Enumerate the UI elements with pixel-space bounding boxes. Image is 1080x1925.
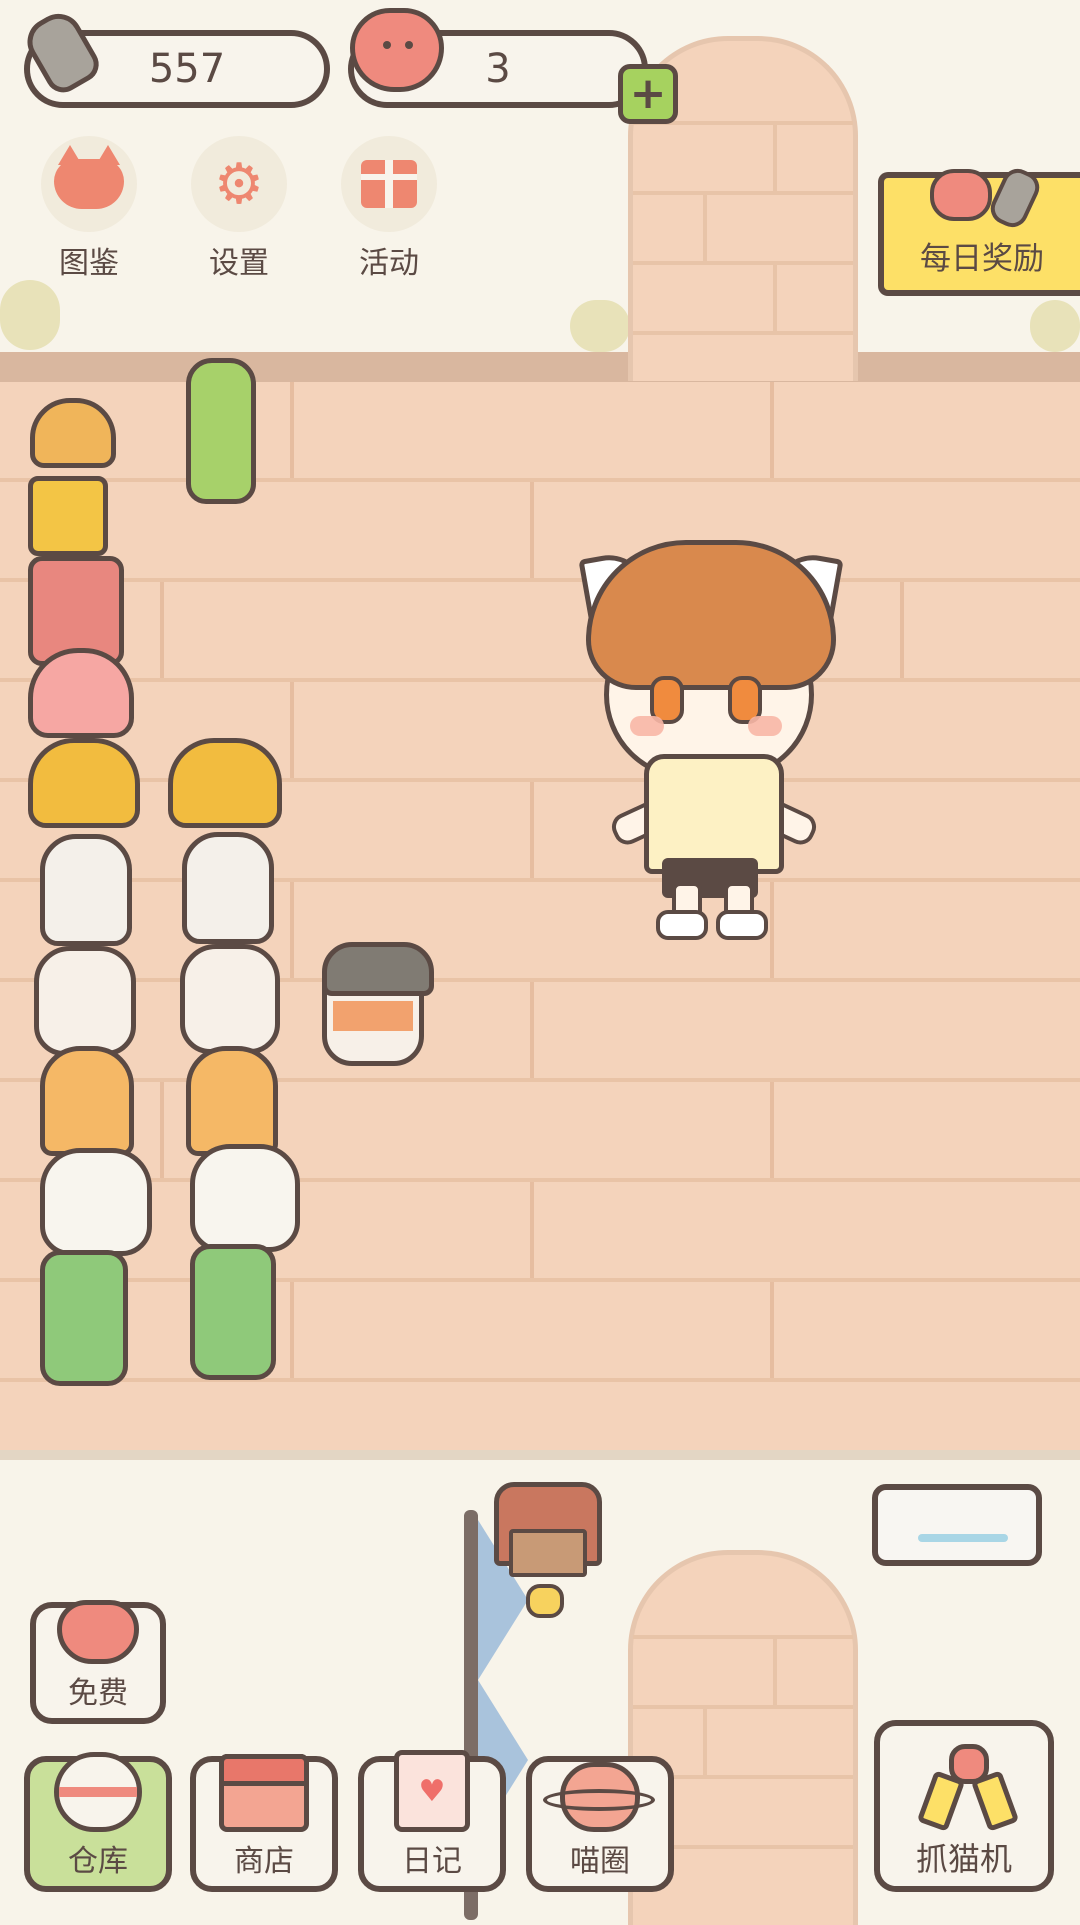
menu-events-button[interactable]: 活动 <box>324 136 454 282</box>
wall-baseboard <box>0 352 1080 382</box>
snack-box-item[interactable] <box>28 476 108 556</box>
diary-icon: ♥ <box>394 1750 470 1832</box>
nav-diary-label: 日记 <box>402 1844 462 1879</box>
cat-head-icon <box>41 136 137 232</box>
moss-decoration <box>570 300 630 352</box>
birdhouse[interactable] <box>494 1482 602 1577</box>
matcha-cup-item[interactable] <box>190 1144 300 1252</box>
claw-machine-button[interactable]: 抓猫机 <box>874 1720 1054 1892</box>
planet-cat-icon <box>543 1762 655 1832</box>
menu-settings-button[interactable]: ⚙ 设置 <box>174 136 304 282</box>
wall-edge <box>0 1450 1080 1460</box>
air-conditioner[interactable] <box>872 1484 1042 1566</box>
green-box-item[interactable] <box>190 1244 276 1380</box>
fish-count-value: 557 <box>148 46 226 92</box>
coffee-cup-item[interactable] <box>322 942 434 1066</box>
nav-warehouse-button[interactable]: 仓库 <box>24 1752 172 1892</box>
cat-boy-character[interactable] <box>578 510 844 940</box>
nav-shop-label: 商店 <box>234 1844 294 1879</box>
shop-icon <box>219 1754 309 1832</box>
add-hearts-button[interactable]: + <box>618 64 678 124</box>
menu-collection-label: 图鉴 <box>59 246 119 281</box>
drink-bottle-item[interactable] <box>182 832 274 944</box>
ice-cream-item[interactable] <box>40 1046 134 1156</box>
nav-diary-button[interactable]: ♥ 日记 <box>358 1750 506 1892</box>
nav-meow-circle-button[interactable]: 喵圈 <box>526 1756 674 1892</box>
character-shoe <box>716 910 768 940</box>
blush <box>630 716 664 736</box>
character-shoe <box>656 910 708 940</box>
matcha-cup-item[interactable] <box>40 1148 152 1256</box>
strawberry-cake-item[interactable] <box>28 648 134 738</box>
gingerbread-item[interactable] <box>30 398 116 468</box>
daily-reward-button[interactable]: 每日奖励 <box>878 163 1080 296</box>
gear-icon: ⚙ <box>191 136 287 232</box>
claw-icon <box>916 1744 1020 1832</box>
free-label: 免费 <box>68 1676 128 1711</box>
coffee-cup-item[interactable] <box>34 946 136 1056</box>
nav-warehouse-label: 仓库 <box>68 1844 128 1879</box>
menu-events-label: 活动 <box>359 246 419 281</box>
heart-count-value: 3 <box>485 46 511 92</box>
menu-settings-label: 设置 <box>209 246 269 281</box>
pudding-item[interactable] <box>28 738 140 828</box>
wooden-floor <box>0 382 1080 1452</box>
blush <box>748 716 782 736</box>
gift-icon <box>341 136 437 232</box>
character-shirt <box>644 754 784 874</box>
character-hair <box>586 540 836 690</box>
daily-reward-label: 每日奖励 <box>920 241 1044 277</box>
pudding-item[interactable] <box>168 738 282 828</box>
moss-decoration <box>1030 300 1080 352</box>
drink-bottle-item[interactable] <box>40 834 132 946</box>
moss-decoration <box>0 280 60 350</box>
coffee-cup-item[interactable] <box>180 944 280 1054</box>
green-box-item[interactable] <box>40 1250 128 1386</box>
free-hearts-button[interactable]: 免费 <box>30 1600 166 1724</box>
nav-shop-button[interactable]: 商店 <box>190 1754 338 1892</box>
menu-collection-button[interactable]: 图鉴 <box>24 136 154 282</box>
heart-icon <box>57 1600 139 1664</box>
plus-icon: + <box>629 68 667 119</box>
ice-cream-item[interactable] <box>186 1046 278 1156</box>
heart-fish-icon <box>930 163 1045 233</box>
ramune-bottle-item[interactable] <box>186 358 256 504</box>
warehouse-icon <box>54 1752 142 1832</box>
heart-icon <box>350 8 444 92</box>
bell-icon <box>526 1584 564 1618</box>
claw-machine-label: 抓猫机 <box>915 1840 1012 1878</box>
nav-meow-circle-label: 喵圈 <box>570 1844 630 1879</box>
